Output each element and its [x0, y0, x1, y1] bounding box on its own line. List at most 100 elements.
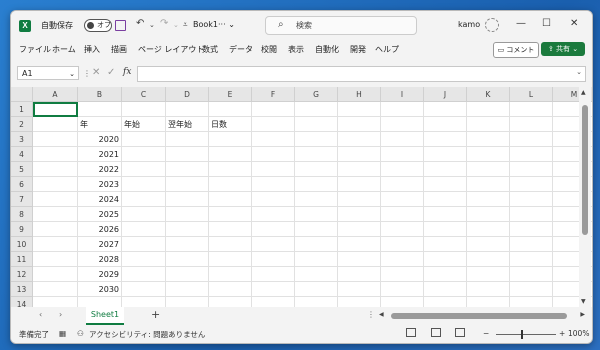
cell-e1[interactable]	[209, 102, 252, 117]
cell-a7[interactable]	[33, 192, 78, 207]
cell-e4[interactable]	[209, 147, 252, 162]
cell-i12[interactable]	[381, 267, 424, 282]
save-icon[interactable]	[115, 20, 126, 31]
cell-j1[interactable]	[424, 102, 467, 117]
scroll-right-icon[interactable]: ▶	[580, 311, 585, 318]
cell-d9[interactable]	[166, 222, 209, 237]
column-header-b[interactable]: B	[78, 87, 122, 102]
share-button[interactable]: ⇪ 共有 ⌄	[541, 42, 585, 56]
cell-i5[interactable]	[381, 162, 424, 177]
cell-l12[interactable]	[510, 267, 553, 282]
zoom-in-icon[interactable]: +	[559, 329, 565, 338]
expand-icon[interactable]: ⌄	[576, 68, 582, 76]
cell-g2[interactable]	[295, 117, 338, 132]
cell-j5[interactable]	[424, 162, 467, 177]
cell-f12[interactable]	[252, 267, 295, 282]
cell-e10[interactable]	[209, 237, 252, 252]
cell-d11[interactable]	[166, 252, 209, 267]
vertical-scrollbar[interactable]: ▲ ▼	[579, 87, 591, 307]
cell-h13[interactable]	[338, 282, 381, 297]
row-header-11[interactable]: 11	[11, 252, 33, 267]
cell-f10[interactable]	[252, 237, 295, 252]
cell-a5[interactable]	[33, 162, 78, 177]
cell-e5[interactable]	[209, 162, 252, 177]
cell-l5[interactable]	[510, 162, 553, 177]
cell-c13[interactable]	[122, 282, 166, 297]
prev-sheet-icon[interactable]: ‹	[39, 310, 42, 319]
cell-b8[interactable]: 2025	[78, 207, 122, 222]
tab-view[interactable]: 表示	[288, 44, 304, 55]
cell-i13[interactable]	[381, 282, 424, 297]
cell-k1[interactable]	[467, 102, 510, 117]
cell-l7[interactable]	[510, 192, 553, 207]
insert-function-icon[interactable]: fx	[123, 67, 131, 77]
cell-h8[interactable]	[338, 207, 381, 222]
accessibility-status[interactable]: アクセシビリティ: 問題ありません	[89, 329, 205, 340]
cell-h1[interactable]	[338, 102, 381, 117]
cell-d3[interactable]	[166, 132, 209, 147]
cell-a3[interactable]	[33, 132, 78, 147]
column-header-h[interactable]: H	[338, 87, 381, 102]
row-header-10[interactable]: 10	[11, 237, 33, 252]
cell-i6[interactable]	[381, 177, 424, 192]
cell-d4[interactable]	[166, 147, 209, 162]
cell-i3[interactable]	[381, 132, 424, 147]
cell-k2[interactable]	[467, 117, 510, 132]
cell-d8[interactable]	[166, 207, 209, 222]
cell-d2[interactable]: 翌年始	[166, 117, 209, 132]
horizontal-scrollbar[interactable]: ◀ ▶	[379, 311, 585, 320]
cell-c2[interactable]: 年始	[122, 117, 166, 132]
cell-h10[interactable]	[338, 237, 381, 252]
cell-e7[interactable]	[209, 192, 252, 207]
normal-view-icon[interactable]	[406, 328, 416, 337]
cell-c1[interactable]	[122, 102, 166, 117]
cell-l13[interactable]	[510, 282, 553, 297]
cell-c3[interactable]	[122, 132, 166, 147]
cell-b10[interactable]: 2027	[78, 237, 122, 252]
cell-j6[interactable]	[424, 177, 467, 192]
cell-h5[interactable]	[338, 162, 381, 177]
comment-button[interactable]: ▭ コメント	[493, 42, 539, 58]
column-header-f[interactable]: F	[252, 87, 295, 102]
cell-f6[interactable]	[252, 177, 295, 192]
tab-formulas[interactable]: 数式	[202, 44, 218, 55]
cell-f8[interactable]	[252, 207, 295, 222]
row-header-7[interactable]: 7	[11, 192, 33, 207]
cell-i7[interactable]	[381, 192, 424, 207]
cell-c12[interactable]	[122, 267, 166, 282]
confirm-icon[interactable]: ✓	[107, 67, 115, 78]
cell-j12[interactable]	[424, 267, 467, 282]
cancel-icon[interactable]: ✕	[92, 67, 100, 78]
cell-k4[interactable]	[467, 147, 510, 162]
next-sheet-icon[interactable]: ›	[59, 310, 62, 319]
column-header-e[interactable]: E	[209, 87, 252, 102]
cell-j10[interactable]	[424, 237, 467, 252]
column-header-d[interactable]: D	[166, 87, 209, 102]
cell-f3[interactable]	[252, 132, 295, 147]
cell-h7[interactable]	[338, 192, 381, 207]
select-all-corner[interactable]	[11, 87, 33, 102]
cell-d6[interactable]	[166, 177, 209, 192]
cell-a8[interactable]	[33, 207, 78, 222]
redo-dropdown-icon[interactable]: ⌄	[173, 21, 179, 29]
customize-toolbar-icon[interactable]: ⩡	[183, 20, 188, 30]
cell-h6[interactable]	[338, 177, 381, 192]
tab-file[interactable]: ファイル	[19, 44, 51, 55]
cell-j7[interactable]	[424, 192, 467, 207]
scroll-up-icon[interactable]: ▲	[581, 89, 586, 96]
tab-help[interactable]: ヘルプ	[375, 44, 399, 55]
row-header-5[interactable]: 5	[11, 162, 33, 177]
cell-j9[interactable]	[424, 222, 467, 237]
add-sheet-icon[interactable]: +	[151, 308, 160, 321]
cell-d13[interactable]	[166, 282, 209, 297]
sheet-tab[interactable]: Sheet1	[86, 307, 124, 325]
cell-f5[interactable]	[252, 162, 295, 177]
formula-input[interactable]: ⌄	[137, 66, 586, 82]
cell-b9[interactable]: 2026	[78, 222, 122, 237]
cell-f4[interactable]	[252, 147, 295, 162]
cell-c8[interactable]	[122, 207, 166, 222]
cell-c10[interactable]	[122, 237, 166, 252]
tab-automate[interactable]: 自動化	[315, 44, 339, 55]
cell-a1[interactable]	[33, 102, 78, 117]
name-box[interactable]: A1 ⌄	[17, 66, 79, 80]
